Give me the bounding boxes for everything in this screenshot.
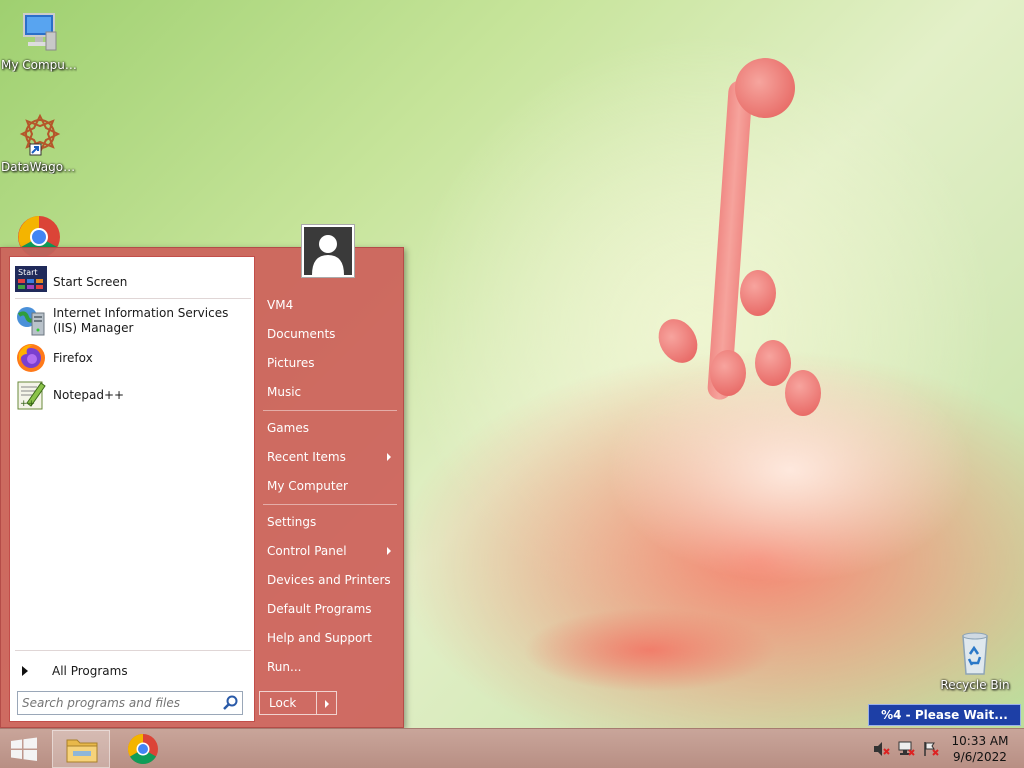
notification-balloon[interactable]: %4 - Please Wait... [868, 704, 1021, 726]
lock-button[interactable]: Lock [259, 691, 337, 715]
menu-item-label: Help and Support [267, 631, 372, 645]
menu-item-music[interactable]: Music [259, 379, 399, 405]
submenu-arrow-icon [387, 547, 391, 555]
wallpaper-stamen [785, 370, 821, 416]
wallpaper-stamen [650, 312, 706, 370]
clock-time: 10:33 AM [951, 734, 1009, 748]
program-label: Notepad++ [53, 387, 125, 402]
menu-item-label: Control Panel [267, 544, 347, 558]
taskbar-chrome[interactable] [114, 730, 172, 768]
start-menu: Start Start Screen Internet Information … [0, 247, 404, 728]
power-options-arrow-icon[interactable] [316, 692, 336, 714]
menu-item-control-panel[interactable]: Control Panel [259, 538, 399, 564]
desktop-icon-label: Recycle Bin [940, 678, 1010, 692]
program-label: Internet Information Services (IIS) Mana… [53, 306, 228, 336]
menu-item-label: VM4 [267, 298, 294, 312]
menu-item-label: Settings [267, 515, 317, 529]
menu-item-label: Games [267, 421, 309, 435]
iis-manager-icon [15, 305, 47, 337]
search-icon[interactable] [220, 692, 242, 714]
program-label: Start Screen [53, 274, 128, 289]
user-silhouette-icon [304, 227, 352, 275]
all-programs-button[interactable]: All Programs [10, 660, 256, 682]
search-input[interactable] [18, 696, 220, 710]
menu-item-devices-printers[interactable]: Devices and Printers [259, 567, 399, 593]
menu-item-label: Documents [267, 327, 336, 341]
programs-separator [15, 298, 251, 299]
computer-icon [16, 10, 62, 56]
menu-item-pictures[interactable]: Pictures [259, 350, 399, 376]
menu-item-documents[interactable]: Documents [259, 321, 399, 347]
submenu-arrow-icon [387, 453, 391, 461]
wallpaper-stamen [755, 340, 791, 386]
notepadpp-icon: ++ [15, 379, 47, 411]
menu-item-label: Pictures [267, 356, 315, 370]
chrome-icon [127, 734, 158, 765]
menu-item-label: Recent Items [267, 450, 346, 464]
program-firefox[interactable]: Firefox [10, 341, 256, 375]
menu-item-recent-items[interactable]: Recent Items [259, 444, 399, 470]
taskbar-file-explorer[interactable] [52, 730, 110, 768]
lock-button-label: Lock [269, 696, 297, 710]
action-center-flag-icon[interactable] [922, 741, 940, 757]
svg-text:++: ++ [20, 399, 35, 409]
menu-item-label: Default Programs [267, 602, 372, 616]
menu-item-label: Music [267, 385, 302, 399]
menu-item-default-programs[interactable]: Default Programs [259, 596, 399, 622]
wallpaper-stamen [740, 270, 776, 316]
desktop-icon-recycle-bin[interactable]: Recycle Bin [937, 630, 1013, 692]
start-menu-programs-pane: Start Start Screen Internet Information … [9, 256, 255, 722]
program-label: Firefox [53, 350, 93, 365]
program-label-line1: Internet Information Services [53, 306, 229, 320]
desktop-icon-my-computer[interactable]: My Computer [1, 10, 77, 72]
wallpaper-stamen [710, 350, 746, 396]
program-label-line2: (IIS) Manager [53, 321, 134, 335]
program-notepadpp[interactable]: ++ Notepad++ [10, 377, 256, 413]
program-iis-manager[interactable]: Internet Information Services (IIS) Mana… [10, 303, 256, 339]
recycle-bin-icon [952, 630, 998, 676]
user-avatar[interactable] [301, 224, 355, 278]
desktop-icon-label: My Computer [1, 58, 77, 72]
menu-item-help-support[interactable]: Help and Support [259, 625, 399, 651]
menu-item-my-computer[interactable]: My Computer [259, 473, 399, 499]
menu-item-settings[interactable]: Settings [259, 509, 399, 535]
windows-logo-icon [11, 737, 37, 761]
network-disconnected-icon[interactable] [897, 741, 915, 757]
taskbar-clock[interactable]: 10:33 AM 9/6/2022 [944, 733, 1016, 765]
volume-muted-icon[interactable] [872, 741, 890, 757]
menu-separator [263, 410, 397, 411]
taskbar: 10:33 AM 9/6/2022 [0, 728, 1024, 768]
all-programs-label: All Programs [52, 664, 128, 678]
menu-item-label: Devices and Printers [267, 573, 391, 587]
start-screen-icon: Start [15, 266, 47, 298]
menu-item-user-folder[interactable]: VM4 [259, 292, 399, 318]
desktop-icon-label: DataWagon... [1, 160, 77, 174]
desktop-icon-datawagon[interactable]: DataWagon... [1, 112, 77, 174]
folder-icon [66, 739, 98, 763]
datawagon-shortcut-icon [16, 112, 62, 158]
svg-text:Start: Start [18, 268, 38, 277]
program-start-screen[interactable]: Start Start Screen [10, 265, 256, 299]
notification-text: %4 - Please Wait... [881, 708, 1008, 722]
firefox-icon [15, 342, 47, 374]
triangle-right-icon [22, 666, 28, 676]
menu-item-label: Run... [267, 660, 302, 674]
menu-item-run[interactable]: Run... [259, 654, 399, 680]
menu-separator [263, 504, 397, 505]
all-programs-separator [15, 650, 251, 651]
start-button[interactable] [0, 729, 48, 768]
clock-date: 9/6/2022 [953, 750, 1007, 764]
search-programs-box[interactable] [17, 691, 243, 715]
menu-item-label: My Computer [267, 479, 348, 493]
menu-item-games[interactable]: Games [259, 415, 399, 441]
wallpaper-flower-stigma [735, 58, 795, 118]
